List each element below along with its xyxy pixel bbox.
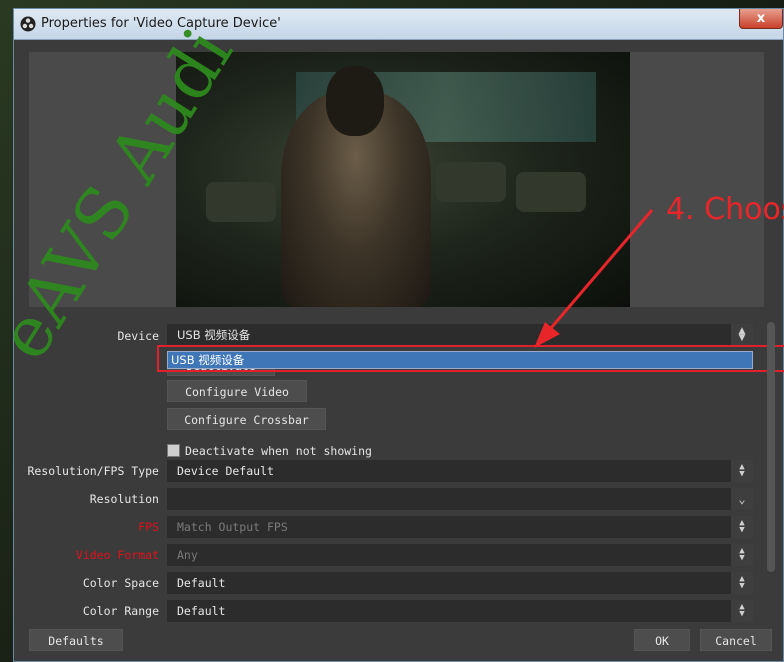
scrollbar[interactable]	[767, 322, 775, 572]
device-label: Device	[117, 329, 159, 343]
obs-logo-icon	[20, 16, 36, 32]
preview-chair	[516, 172, 586, 212]
checkbox-label: Deactivate when not showing	[185, 444, 372, 458]
updown-arrows-icon: ▲ ▼	[731, 572, 753, 594]
annotation-step-text: 4. Choos	[666, 192, 784, 227]
resolution-fps-type-value: Device Default	[177, 464, 274, 478]
updown-arrows-icon: ▲ ▼	[731, 516, 753, 538]
fps-label: FPS	[138, 520, 159, 534]
color-space-value: Default	[177, 576, 226, 590]
deactivate-when-not-showing-checkbox[interactable]: Deactivate when not showing	[167, 444, 372, 458]
resolution-combobox[interactable]: ⌄	[167, 488, 753, 510]
preview-person-head	[326, 66, 384, 136]
video-format-label: Video Format	[75, 548, 159, 562]
defaults-button[interactable]: Defaults	[29, 629, 123, 651]
chevron-down-icon[interactable]: ⌄	[731, 488, 753, 510]
ok-button[interactable]: OK	[634, 629, 690, 651]
resolution-fps-type-select[interactable]: Device Default ▲ ▼	[167, 460, 753, 482]
color-range-label: Color Range	[82, 604, 159, 618]
preview-chair	[206, 182, 276, 222]
updown-arrows-icon: ▲ ▼	[731, 324, 753, 346]
device-select-value: USB 视频设备	[177, 328, 251, 342]
preview-chair	[436, 162, 506, 202]
fps-value: Match Output FPS	[177, 520, 288, 534]
close-button[interactable]: x	[739, 9, 783, 29]
annotation-highlight-box	[157, 345, 784, 372]
device-select[interactable]: USB 视频设备 ▲ ▼	[167, 324, 753, 346]
color-range-select[interactable]: Default ▲ ▼	[167, 600, 753, 622]
updown-arrows-icon: ▲ ▼	[731, 600, 753, 622]
video-format-value: Any	[177, 548, 198, 562]
resolution-label: Resolution	[89, 492, 159, 506]
color-space-label: Color Space	[82, 576, 159, 590]
video-preview	[176, 52, 630, 307]
updown-arrows-icon: ▲ ▼	[731, 460, 753, 482]
updown-arrows-icon: ▲ ▼	[731, 544, 753, 566]
fps-select[interactable]: Match Output FPS ▲ ▼	[167, 516, 753, 538]
configure-crossbar-button[interactable]: Configure Crossbar	[167, 408, 326, 430]
resolution-fps-type-label: Resolution/FPS Type	[27, 464, 159, 478]
video-format-select[interactable]: Any ▲ ▼	[167, 544, 753, 566]
cancel-button[interactable]: Cancel	[700, 629, 772, 651]
configure-video-button[interactable]: Configure Video	[167, 380, 307, 402]
color-space-select[interactable]: Default ▲ ▼	[167, 572, 753, 594]
checkbox-box[interactable]	[167, 444, 180, 457]
color-range-value: Default	[177, 604, 226, 618]
title-bar: Properties for 'Video Capture Device' x	[14, 9, 783, 40]
window-title: Properties for 'Video Capture Device'	[41, 16, 281, 31]
